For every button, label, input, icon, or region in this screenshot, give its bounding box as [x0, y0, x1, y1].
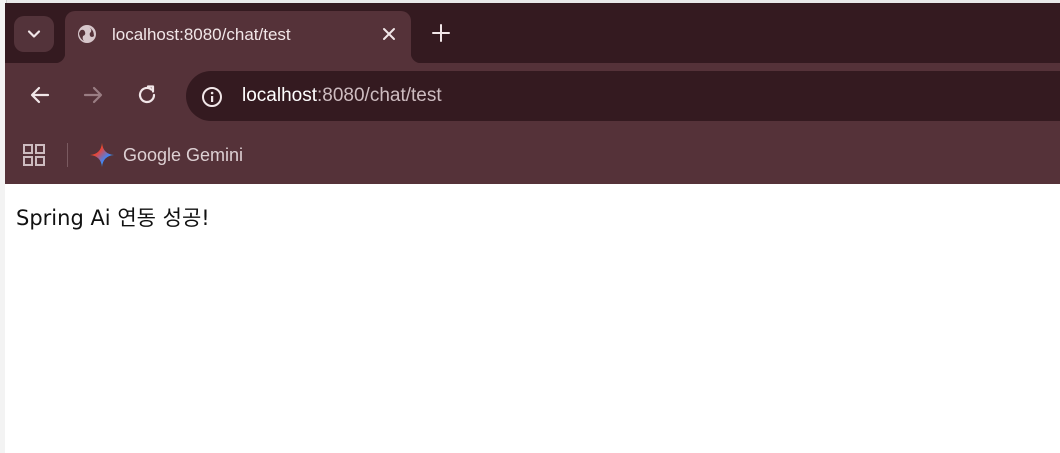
chevron-down-icon [27, 30, 41, 38]
forward-button[interactable] [79, 81, 107, 109]
address-bar[interactable]: localhost:8080/chat/test [186, 71, 1060, 121]
url-text: localhost:8080/chat/test [242, 85, 442, 107]
page-content: Spring Ai 연동 성공! [5, 184, 1060, 453]
url-path: :8080/chat/test [317, 85, 442, 106]
url-host: localhost [242, 85, 317, 106]
info-icon [202, 87, 222, 107]
globe-icon [78, 25, 96, 43]
bookmarks-separator [67, 143, 68, 167]
bookmark-label: Google Gemini [123, 144, 244, 165]
tab-search-button[interactable] [14, 16, 54, 52]
browser-window: localhost:8080/chat/test localhost:8080/… [5, 3, 1060, 453]
gemini-icon [90, 143, 114, 167]
toolbar: localhost:8080/chat/test [5, 63, 1060, 127]
tab-active[interactable]: localhost:8080/chat/test [55, 11, 421, 63]
page-message: Spring Ai 연동 성공! [16, 206, 210, 230]
plus-icon [432, 24, 450, 42]
bookmarks-bar: Google Gemini [5, 127, 1060, 184]
apps-grid-icon[interactable] [22, 143, 46, 167]
bookmark-google-gemini[interactable]: Google Gemini [89, 139, 243, 171]
tab-title: localhost:8080/chat/test [112, 25, 291, 44]
reload-icon [138, 85, 156, 104]
tab-close-button[interactable] [379, 24, 399, 44]
site-info-button[interactable] [200, 85, 224, 109]
back-button[interactable] [26, 81, 54, 109]
arrow-right-icon [83, 86, 103, 104]
new-tab-button[interactable] [429, 21, 453, 45]
arrow-left-icon [30, 86, 50, 104]
reload-button[interactable] [133, 81, 161, 109]
tab-strip: localhost:8080/chat/test [5, 3, 1060, 63]
close-icon [383, 28, 395, 40]
